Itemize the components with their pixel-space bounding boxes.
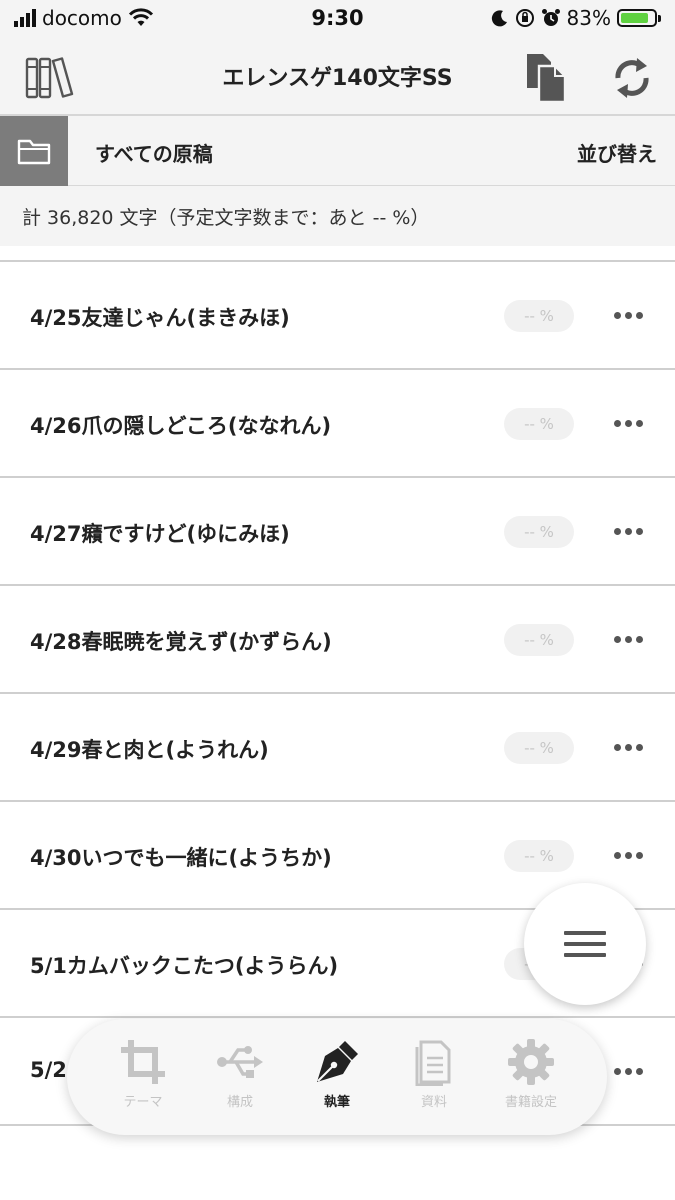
folder-icon xyxy=(17,139,51,165)
item-title: 4/25友達じゃん(まきみほ) xyxy=(30,306,290,330)
item-title: 4/30いつでも一緒に(ようちか) xyxy=(30,846,332,870)
folder-button[interactable] xyxy=(0,116,68,186)
list-item[interactable]: 4/29春と肉と(ようれん) -- % xyxy=(0,692,675,800)
orientation-lock-icon xyxy=(515,9,534,27)
copy-documents-icon[interactable] xyxy=(520,52,572,104)
list-item[interactable]: 4/27癪ですけど(ゆにみほ) -- % xyxy=(0,476,675,584)
moon-icon xyxy=(491,10,507,27)
folder-bar: すべての原稿 並び替え xyxy=(0,116,675,186)
character-count-summary: 計 36,820 文字（予定文字数まで：あと -- %） xyxy=(0,186,675,246)
more-options-icon[interactable] xyxy=(614,852,643,859)
nav-label: 構成 xyxy=(226,1095,253,1110)
nav-tab-structure[interactable]: 構成 xyxy=(194,1033,286,1110)
hamburger-icon-line xyxy=(564,942,606,946)
nav-tab-theme[interactable]: テーマ xyxy=(97,1033,189,1110)
nav-tab-materials[interactable]: 資料 xyxy=(388,1033,480,1110)
item-title: 4/27癪ですけど(ゆにみほ) xyxy=(30,522,290,546)
menu-fab-button[interactable] xyxy=(524,883,646,1005)
page-title: エレンスゲ140文字SS xyxy=(222,66,453,91)
summary-text: 計 36,820 文字（予定文字数まで：あと -- %） xyxy=(22,207,430,229)
nav-label: テーマ xyxy=(123,1095,163,1110)
nav-label: 資料 xyxy=(420,1095,447,1110)
item-title: 4/28春眠暁を覚えず(かずらん) xyxy=(30,630,332,654)
app-header: エレンスゲ140文字SS xyxy=(0,36,675,116)
sort-button[interactable]: 並び替え xyxy=(577,138,657,167)
folder-name[interactable]: すべての原稿 xyxy=(95,138,213,167)
usb-icon xyxy=(217,1046,263,1078)
battery-percent: 83% xyxy=(566,6,611,30)
fountain-pen-icon xyxy=(317,1041,358,1082)
list-item[interactable]: 4/25友達じゃん(まきみほ) -- % xyxy=(0,260,675,368)
status-bar: docomo 9:30 83% xyxy=(0,0,675,36)
sync-icon[interactable] xyxy=(606,52,658,104)
battery-icon xyxy=(617,9,661,27)
list-item[interactable]: 4/26爪の隠しどころ(ななれん) -- % xyxy=(0,368,675,476)
item-title: 4/26爪の隠しどころ(ななれん) xyxy=(30,414,332,438)
item-title: 5/1カムバックこたつ(ようらん) xyxy=(30,954,339,978)
progress-badge: -- % xyxy=(504,408,574,440)
hamburger-icon-line xyxy=(564,953,606,957)
nav-label: 書籍設定 xyxy=(504,1095,557,1110)
progress-badge: -- % xyxy=(504,516,574,548)
more-options-icon[interactable] xyxy=(614,420,643,427)
more-options-icon[interactable] xyxy=(614,636,643,643)
progress-badge: -- % xyxy=(504,624,574,656)
bottom-nav: テーマ 構成 執筆 資料 書籍設定 xyxy=(67,1019,607,1135)
nav-tab-book-settings[interactable]: 書籍設定 xyxy=(485,1033,577,1110)
alarm-icon xyxy=(541,9,560,26)
more-options-icon[interactable] xyxy=(614,312,643,319)
more-options-icon[interactable] xyxy=(614,528,643,535)
document-icon xyxy=(415,1040,451,1086)
item-title: 5/2 xyxy=(30,1058,67,1082)
progress-badge: -- % xyxy=(504,732,574,764)
nav-label: 執筆 xyxy=(323,1095,350,1110)
more-options-icon[interactable] xyxy=(614,1068,643,1075)
hamburger-icon xyxy=(564,931,606,935)
nav-tab-writing[interactable]: 執筆 xyxy=(291,1033,383,1110)
progress-badge: -- % xyxy=(504,300,574,332)
crop-icon xyxy=(121,1040,165,1084)
more-options-icon[interactable] xyxy=(614,744,643,751)
gear-icon xyxy=(508,1039,554,1085)
item-title: 4/29春と肉と(ようれん) xyxy=(30,738,269,762)
progress-badge: -- % xyxy=(504,840,574,872)
list-item[interactable]: 4/28春眠暁を覚えず(かずらん) -- % xyxy=(0,584,675,692)
